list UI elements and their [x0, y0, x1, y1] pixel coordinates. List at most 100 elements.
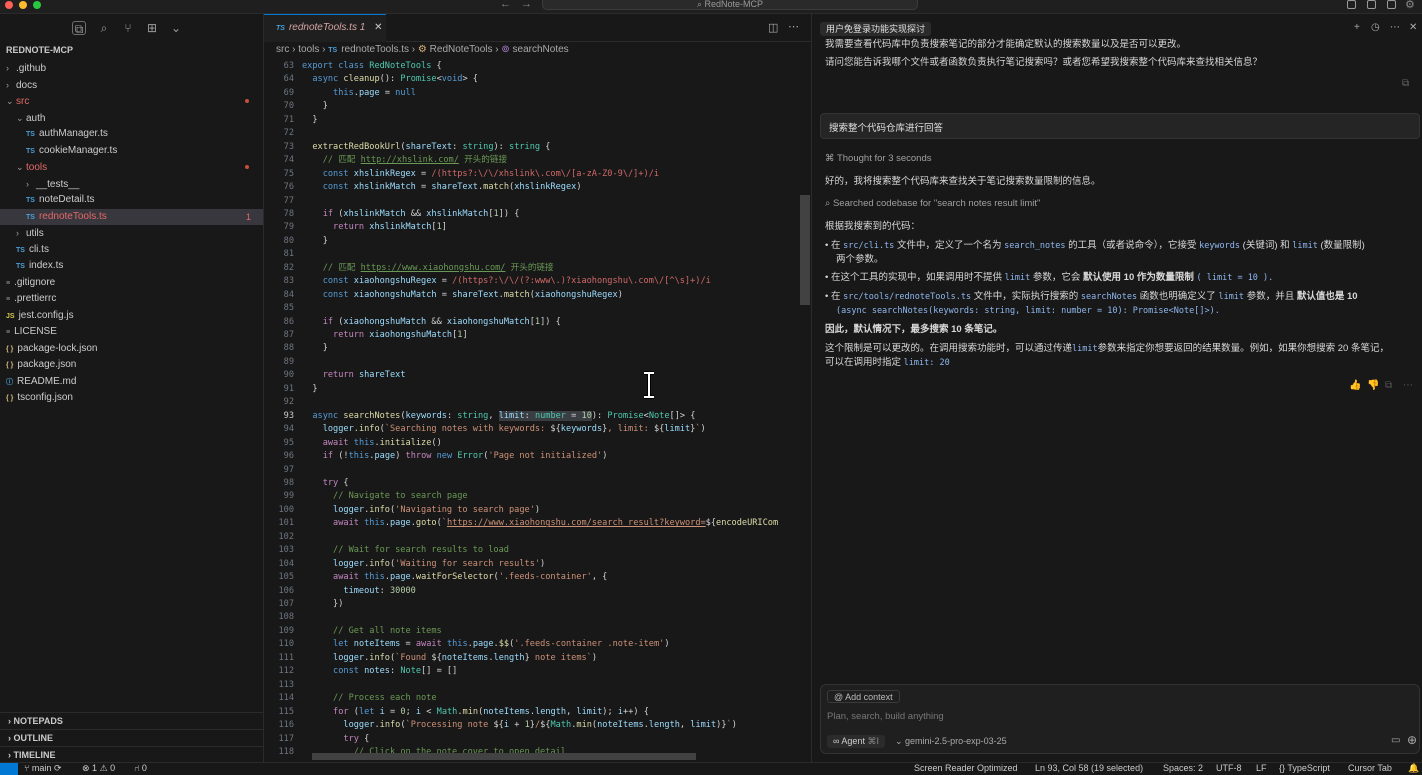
- explorer-root[interactable]: REDNOTE-MCP: [0, 42, 263, 58]
- editor-vertical-scrollbar[interactable]: [800, 195, 810, 305]
- breadcrumb-item[interactable]: src: [276, 44, 289, 55]
- minimize-window-button[interactable]: [19, 1, 27, 9]
- code-line[interactable]: logger.info('Waiting for search results'…: [302, 558, 545, 572]
- indentation[interactable]: Spaces: 2: [1163, 763, 1203, 774]
- tree-item[interactable]: { } tsconfig.json: [0, 390, 263, 406]
- more-icon[interactable]: ⋯: [1390, 22, 1400, 33]
- notifications-bell-icon[interactable]: 🔔: [1408, 763, 1419, 774]
- code-line[interactable]: async cleanup(): Promise<void> {: [302, 73, 478, 87]
- code-area[interactable]: 63 export class RedNoteTools {64 async cl…: [264, 60, 811, 762]
- code-line[interactable]: }: [302, 114, 317, 128]
- tree-item[interactable]: ≡ LICENSE: [0, 324, 263, 340]
- code-line[interactable]: }: [302, 235, 328, 249]
- settings-gear-icon[interactable]: ⚙: [1405, 0, 1415, 11]
- panel-outline[interactable]: › OUTLINE: [0, 729, 263, 745]
- thumbs-down-icon[interactable]: 👎: [1367, 380, 1379, 391]
- close-icon[interactable]: ✕: [1409, 22, 1417, 33]
- command-center[interactable]: ⌕ RedNote-MCP: [542, 0, 918, 10]
- add-context-button[interactable]: @ Add context: [827, 690, 900, 703]
- files-icon[interactable]: ⧉: [72, 21, 86, 36]
- code-line[interactable]: // Get all note items: [302, 625, 442, 639]
- tree-item[interactable]: ⌄ src: [0, 93, 263, 109]
- code-line[interactable]: const xiaohongshuMatch = shareText.match…: [302, 289, 623, 303]
- code-line[interactable]: try {: [302, 477, 349, 491]
- cursor-position[interactable]: Ln 93, Col 58 (19 selected): [1035, 763, 1143, 774]
- code-line[interactable]: let noteItems = await this.page.$$('.fee…: [302, 638, 669, 652]
- code-line[interactable]: for (let i = 0; i < Math.min(noteItems.l…: [302, 706, 649, 720]
- code-line[interactable]: if (xiaohongshuMatch && xiaohongshuMatch…: [302, 316, 561, 330]
- mode-selector[interactable]: ∞ Agent ⌘I: [827, 735, 885, 748]
- tree-item[interactable]: › __tests__: [0, 176, 263, 192]
- code-line[interactable]: await this.page.goto(`https://www.xiaoho…: [302, 517, 778, 531]
- code-line[interactable]: logger.info(`Processing note ${i + 1}/${…: [302, 719, 736, 733]
- code-line[interactable]: logger.info(`Found ${noteItems.length} n…: [302, 652, 597, 666]
- inline-code[interactable]: src/cli.ts: [843, 241, 894, 251]
- breadcrumb-item[interactable]: tools: [298, 44, 319, 55]
- tree-item[interactable]: JS jest.config.js: [0, 308, 263, 324]
- more-icon[interactable]: ⋯: [1403, 380, 1413, 391]
- model-selector[interactable]: ⌄ gemini-2.5-pro-exp-03-25: [895, 735, 1007, 748]
- code-line[interactable]: extractRedBookUrl(shareText: string): st…: [302, 141, 550, 155]
- code-line[interactable]: // Wait for search results to load: [302, 544, 509, 558]
- code-line[interactable]: const xhslinkMatch = shareText.match(xhs…: [302, 181, 582, 195]
- breadcrumb-item[interactable]: RedNoteTools: [430, 44, 493, 55]
- back-arrow-icon[interactable]: ←: [500, 0, 511, 10]
- code-line[interactable]: logger.info('Navigating to search page'): [302, 504, 540, 518]
- send-icon[interactable]: ⊕: [1407, 733, 1417, 747]
- code-line[interactable]: await this.page.waitForSelector('.feeds-…: [302, 571, 607, 585]
- panel-notepads[interactable]: › NOTEPADS: [0, 712, 263, 728]
- extensions-icon[interactable]: ⊞: [145, 21, 159, 35]
- code-line[interactable]: return xiaohongshuMatch[1]: [302, 329, 468, 343]
- toggle-chat-icon[interactable]: [1387, 0, 1396, 9]
- code-line[interactable]: if (xhslinkMatch && xhslinkMatch[1]) {: [302, 208, 520, 222]
- breadcrumb-item[interactable]: rednoteTools.ts: [341, 44, 409, 55]
- tree-item[interactable]: { } package-lock.json: [0, 341, 263, 357]
- code-line[interactable]: try {: [302, 733, 369, 747]
- code-line[interactable]: }: [302, 100, 328, 114]
- tree-item[interactable]: TS index.ts: [0, 258, 263, 274]
- code-line[interactable]: // 匹配 http://xhslink.com/ 开头的链接: [302, 154, 507, 168]
- copy-icon[interactable]: ⧉: [1402, 78, 1409, 89]
- remote-icon[interactable]: [0, 763, 18, 775]
- branch-indicator[interactable]: ⑂ main ⟳: [24, 763, 61, 774]
- tree-item[interactable]: ≡ .prettierrc: [0, 291, 263, 307]
- code-line[interactable]: const notes: Note[] = []: [302, 665, 457, 679]
- code-line[interactable]: }: [302, 342, 328, 356]
- image-icon[interactable]: ▭: [1391, 735, 1400, 746]
- tree-item[interactable]: TS noteDetail.ts: [0, 192, 263, 208]
- tree-item[interactable]: { } package.json: [0, 357, 263, 373]
- source-control-icon[interactable]: ⑂: [121, 21, 135, 35]
- user-message[interactable]: 搜索整个代码仓库进行回答: [820, 113, 1420, 139]
- thought-indicator[interactable]: ⌘ Thought for 3 seconds: [825, 152, 932, 166]
- chevron-down-icon[interactable]: ⌄: [169, 21, 183, 35]
- toggle-panel-icon[interactable]: [1367, 0, 1376, 9]
- ports-indicator[interactable]: ⑁ 0: [134, 763, 147, 774]
- tree-item[interactable]: ⌄ tools: [0, 159, 263, 175]
- code-line[interactable]: }: [302, 383, 317, 397]
- tree-item[interactable]: ⓘ README.md: [0, 374, 263, 390]
- breadcrumb-item[interactable]: searchNotes: [513, 44, 569, 55]
- code-line[interactable]: export class RedNoteTools {: [302, 60, 442, 74]
- thumbs-up-icon[interactable]: 👍: [1349, 380, 1361, 391]
- inline-code[interactable]: src/tools/rednoteTools.ts: [843, 292, 971, 302]
- panel-timeline[interactable]: › TIMELINE: [0, 746, 263, 762]
- close-window-button[interactable]: [5, 1, 13, 9]
- code-line[interactable]: // Navigate to search page: [302, 490, 468, 504]
- code-line[interactable]: // 匹配 https://www.xiaohongshu.com/ 开头的链接: [302, 262, 554, 276]
- search-icon[interactable]: ⌕: [97, 21, 111, 35]
- code-line[interactable]: }): [302, 598, 343, 612]
- chat-title[interactable]: 用户免登录功能实现探讨: [820, 22, 932, 36]
- tree-item[interactable]: TS cookieManager.ts: [0, 143, 263, 159]
- code-line[interactable]: const xhslinkRegex = /(https?:\/\/xhslin…: [302, 168, 659, 182]
- history-icon[interactable]: ◷: [1371, 22, 1380, 33]
- tree-item[interactable]: TS rednoteTools.ts 1: [0, 208, 263, 225]
- editor-horizontal-scrollbar[interactable]: [312, 753, 696, 760]
- tree-item[interactable]: › docs: [0, 77, 263, 93]
- code-line[interactable]: if (!this.page) throw new Error('Page no…: [302, 450, 608, 464]
- code-line[interactable]: // Process each note: [302, 692, 436, 706]
- zoom-window-button[interactable]: [33, 1, 41, 9]
- encoding[interactable]: UTF-8: [1216, 763, 1242, 774]
- search-result-indicator[interactable]: ⌕ Searched codebase for "search notes re…: [825, 197, 1040, 211]
- line-ending[interactable]: LF: [1256, 763, 1267, 774]
- code-line[interactable]: return xhslinkMatch[1]: [302, 221, 447, 235]
